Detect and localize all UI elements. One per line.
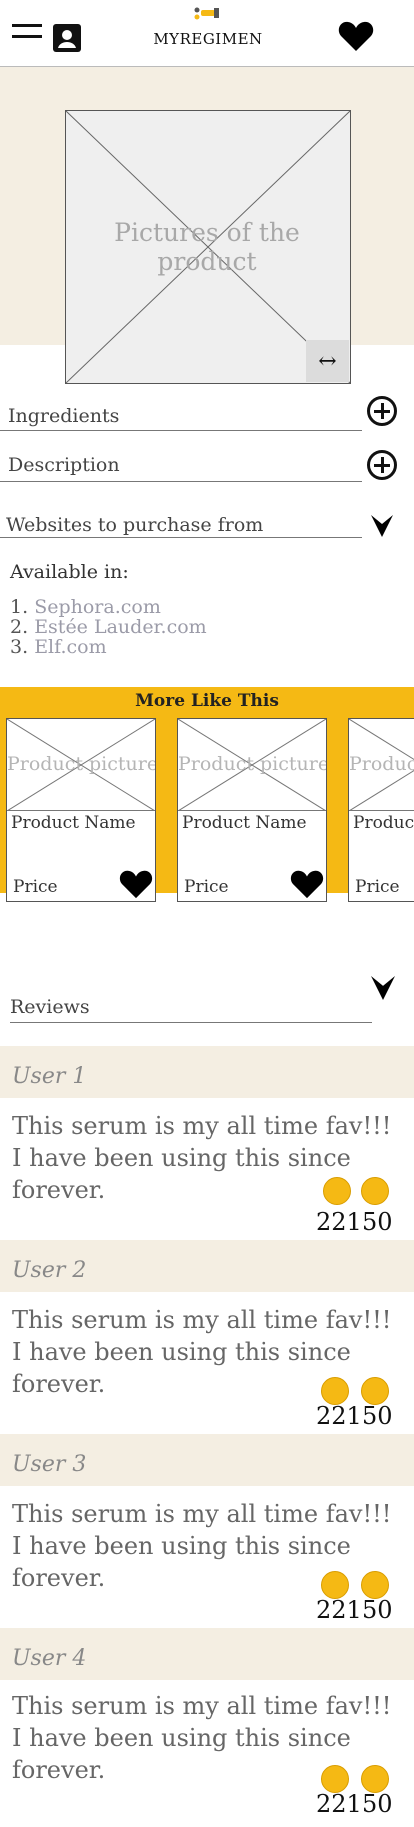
hamburger-menu-icon[interactable] bbox=[12, 24, 42, 46]
divider bbox=[0, 481, 362, 482]
product-card[interactable]: Product picture Product Name Price bbox=[177, 718, 327, 902]
product-name: Product Name bbox=[182, 813, 307, 833]
thumbs-down-icon[interactable] bbox=[361, 1377, 389, 1405]
heart-icon[interactable] bbox=[338, 20, 374, 52]
like-count: 221 bbox=[316, 1596, 362, 1624]
dislike-count: 50 bbox=[362, 1402, 393, 1430]
divider bbox=[10, 1022, 372, 1023]
collapse-arrow-icon[interactable] bbox=[371, 515, 393, 537]
product-image-caption: Pictures of the product bbox=[114, 218, 300, 276]
review-user-name: User 2 bbox=[12, 1258, 87, 1283]
thumbs-down-icon[interactable] bbox=[361, 1177, 389, 1205]
dislike-count: 50 bbox=[362, 1790, 393, 1818]
product-price: Price bbox=[355, 877, 400, 897]
expand-description-icon[interactable] bbox=[367, 450, 397, 480]
profile-icon[interactable] bbox=[53, 24, 81, 52]
site-link-sephora[interactable]: Sephora.com bbox=[34, 596, 161, 618]
thumbs-up-icon[interactable] bbox=[321, 1571, 349, 1599]
thumbs-down-icon[interactable] bbox=[361, 1571, 389, 1599]
logo-icon bbox=[194, 7, 219, 20]
dislike-count: 50 bbox=[362, 1208, 393, 1236]
dislike-count: 50 bbox=[362, 1596, 393, 1624]
product-name: Product Name bbox=[11, 813, 136, 833]
like-count: 221 bbox=[316, 1208, 362, 1236]
site-link-elf[interactable]: Elf.com bbox=[34, 636, 106, 658]
product-price: Price bbox=[184, 877, 229, 897]
list-number: 1. bbox=[10, 596, 29, 618]
review-user-name: User 1 bbox=[12, 1064, 87, 1089]
product-price: Price bbox=[13, 877, 58, 897]
available-in-title: Available in: bbox=[10, 561, 129, 583]
websites-header[interactable]: Websites to purchase from bbox=[6, 514, 263, 536]
product-card[interactable]: Product picture Product Name Price bbox=[348, 718, 414, 902]
thumbs-up-icon[interactable] bbox=[323, 1177, 351, 1205]
heart-icon[interactable] bbox=[119, 869, 153, 899]
review-user-name: User 3 bbox=[12, 1452, 87, 1477]
product-picture-label: Product picture bbox=[7, 753, 156, 775]
list-item: 2. Estée Lauder.com bbox=[10, 616, 207, 638]
divider bbox=[0, 537, 362, 538]
product-name: Product Name bbox=[353, 813, 414, 833]
thumbs-up-icon[interactable] bbox=[321, 1377, 349, 1405]
review-user-name: User 4 bbox=[12, 1646, 87, 1671]
list-item: 1. Sephora.com bbox=[10, 596, 161, 618]
thumbs-down-icon[interactable] bbox=[361, 1765, 389, 1793]
description-header[interactable]: Description bbox=[8, 454, 120, 476]
list-number: 3. bbox=[10, 636, 29, 658]
app-title: MYREGIMEN bbox=[153, 30, 263, 48]
like-count: 221 bbox=[316, 1790, 362, 1818]
list-item: 3. Elf.com bbox=[10, 636, 107, 658]
like-count: 221 bbox=[316, 1402, 362, 1430]
reviews-header[interactable]: Reviews bbox=[10, 996, 90, 1018]
thumbs-up-icon[interactable] bbox=[321, 1765, 349, 1793]
product-card[interactable]: Product picture Product Name Price bbox=[6, 718, 156, 902]
divider bbox=[0, 430, 362, 431]
product-picture-label: Product picture bbox=[178, 753, 327, 775]
product-picture-label: Product picture bbox=[349, 753, 414, 775]
list-number: 2. bbox=[10, 616, 29, 638]
site-link-estee-lauder[interactable]: Estée Lauder.com bbox=[34, 616, 207, 638]
more-like-this-title: More Like This bbox=[135, 691, 279, 711]
heart-icon[interactable] bbox=[290, 869, 324, 899]
expand-ingredients-icon[interactable] bbox=[367, 396, 397, 426]
swipe-arrows-icon[interactable]: ↔ bbox=[306, 340, 349, 382]
collapse-arrow-icon[interactable] bbox=[371, 975, 395, 1001]
ingredients-header[interactable]: Ingredients bbox=[8, 405, 119, 427]
